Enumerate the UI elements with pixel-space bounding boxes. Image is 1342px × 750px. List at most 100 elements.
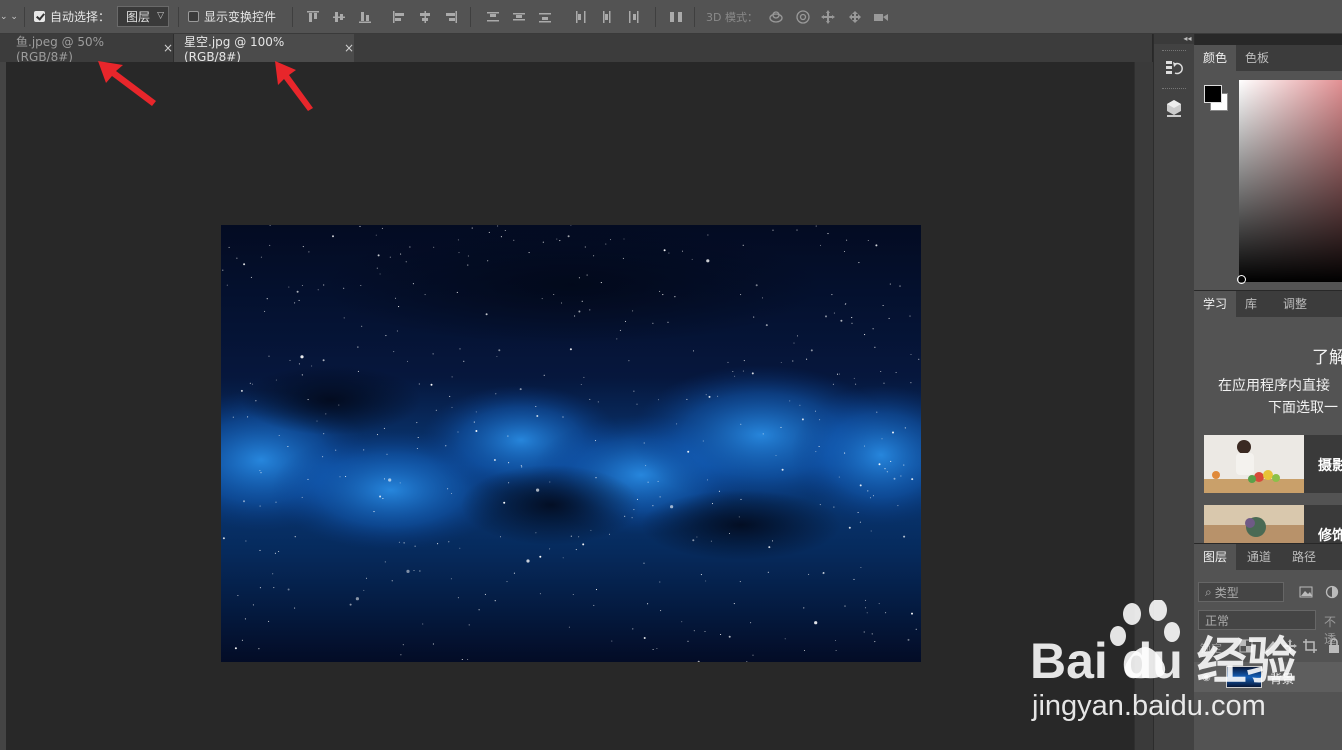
star [236, 257, 238, 259]
tab-swatches[interactable]: 色板 [1236, 45, 1278, 71]
star [541, 298, 543, 300]
lock-pixels-icon[interactable] [1262, 638, 1275, 653]
star [663, 249, 666, 252]
learn-panel-tabs: 学习 库 调整 [1194, 291, 1342, 317]
star [696, 536, 698, 538]
star [504, 229, 506, 232]
star [814, 621, 818, 625]
vertical-scrollbar[interactable] [1134, 62, 1153, 750]
eye-icon[interactable]: ◉ [1202, 672, 1211, 683]
align-left-icon[interactable] [391, 9, 407, 25]
star [499, 536, 502, 538]
close-icon[interactable]: × [344, 41, 354, 55]
star [810, 349, 813, 352]
star [543, 374, 545, 376]
show-transform-controls-checkbox[interactable]: 显示变换控件 [188, 0, 276, 33]
dock-grip[interactable] [1162, 50, 1186, 54]
tab-paths[interactable]: 路径 [1283, 544, 1325, 570]
document-tab-starry-sky[interactable]: 星空.jpg @ 100%(RGB/8#) × [174, 34, 354, 64]
color-saturation-value-field[interactable] [1239, 80, 1342, 282]
3d-roll-icon[interactable] [795, 9, 811, 25]
tab-channels[interactable]: 通道 [1238, 544, 1280, 570]
star [273, 587, 275, 589]
lock-all-icon[interactable] [1326, 638, 1339, 653]
star [742, 244, 744, 246]
star [864, 607, 867, 609]
lock-transparent-icon[interactable] [1238, 638, 1253, 653]
align-top-icon[interactable] [305, 9, 321, 25]
star [416, 447, 418, 450]
history-icon[interactable] [1164, 58, 1184, 78]
3d-pan-icon[interactable] [820, 9, 836, 25]
tab-libraries[interactable]: 库 [1236, 291, 1266, 317]
star [874, 641, 876, 643]
tab-learn[interactable]: 学习 [1194, 291, 1237, 317]
star [222, 269, 224, 271]
separator [292, 7, 293, 27]
3d-orbit-icon[interactable] [768, 9, 784, 25]
photography-thumbnail [1204, 435, 1304, 493]
star [450, 578, 452, 580]
tab-layers[interactable]: 图层 [1194, 544, 1237, 570]
star [343, 287, 345, 289]
align-horizontal-center-icon[interactable] [417, 9, 433, 25]
star [803, 607, 805, 609]
distribute-top-icon[interactable] [485, 9, 501, 25]
foreground-color-swatch[interactable] [1204, 85, 1222, 103]
filter-image-icon[interactable] [1298, 584, 1314, 600]
auto-select-target-dropdown[interactable]: 图层 ▽ [117, 6, 169, 27]
star [780, 426, 782, 428]
chevron-down-icon: ▽ [157, 11, 164, 21]
star [478, 609, 480, 611]
star [762, 433, 764, 435]
learn-card-photography[interactable]: 摄影 [1204, 435, 1342, 493]
distribute-spacing-icon[interactable] [668, 9, 684, 25]
star [359, 225, 361, 227]
star [294, 607, 296, 609]
collapse-panels-icon[interactable]: ◂◂ [1154, 34, 1194, 44]
blend-mode-dropdown[interactable]: 正常 [1198, 610, 1316, 630]
star [705, 580, 707, 582]
star [900, 475, 902, 477]
auto-select-checkbox[interactable]: 自动选择： [34, 0, 110, 33]
star [874, 346, 876, 348]
distribute-horizontal-center-icon[interactable] [599, 9, 615, 25]
tab-color[interactable]: 颜色 [1194, 45, 1237, 71]
star [631, 517, 633, 519]
close-icon[interactable]: × [163, 41, 173, 55]
star [897, 505, 899, 507]
star [869, 497, 872, 499]
distribute-left-icon[interactable] [573, 9, 589, 25]
3d-slide-icon[interactable] [847, 9, 863, 25]
star [391, 580, 393, 582]
distribute-vertical-center-icon[interactable] [511, 9, 527, 25]
star [647, 603, 649, 605]
star [858, 262, 860, 264]
filter-adjustment-icon[interactable] [1324, 584, 1340, 600]
star [508, 482, 510, 484]
star [360, 284, 362, 287]
star [687, 640, 689, 642]
align-bottom-icon[interactable] [357, 9, 373, 25]
layer-row[interactable]: ◉ 背景 [1194, 662, 1342, 692]
tab-adjustments[interactable]: 调整 [1274, 291, 1316, 317]
align-vertical-center-icon[interactable] [331, 9, 347, 25]
dock-grip[interactable] [1162, 88, 1186, 92]
align-right-icon[interactable] [443, 9, 459, 25]
layer-filter-dropdown[interactable]: ⌕ 类型 [1198, 582, 1284, 602]
star [553, 293, 555, 296]
tool-preset-chevron-icon[interactable]: ⌄ ⌄ [0, 0, 18, 33]
star [859, 521, 861, 523]
lock-artboard-icon[interactable] [1302, 638, 1317, 653]
star [864, 334, 866, 336]
star [652, 322, 654, 324]
lock-position-icon[interactable] [1282, 638, 1297, 653]
star [657, 480, 659, 482]
3d-panel-icon[interactable] [1164, 98, 1184, 118]
color-picker-cursor[interactable] [1237, 275, 1246, 284]
star [255, 400, 257, 402]
distribute-bottom-icon[interactable] [537, 9, 553, 25]
learn-card-retouch[interactable]: 修饰 [1204, 505, 1342, 543]
distribute-right-icon[interactable] [625, 9, 641, 25]
3d-video-camera-icon[interactable] [873, 9, 889, 25]
